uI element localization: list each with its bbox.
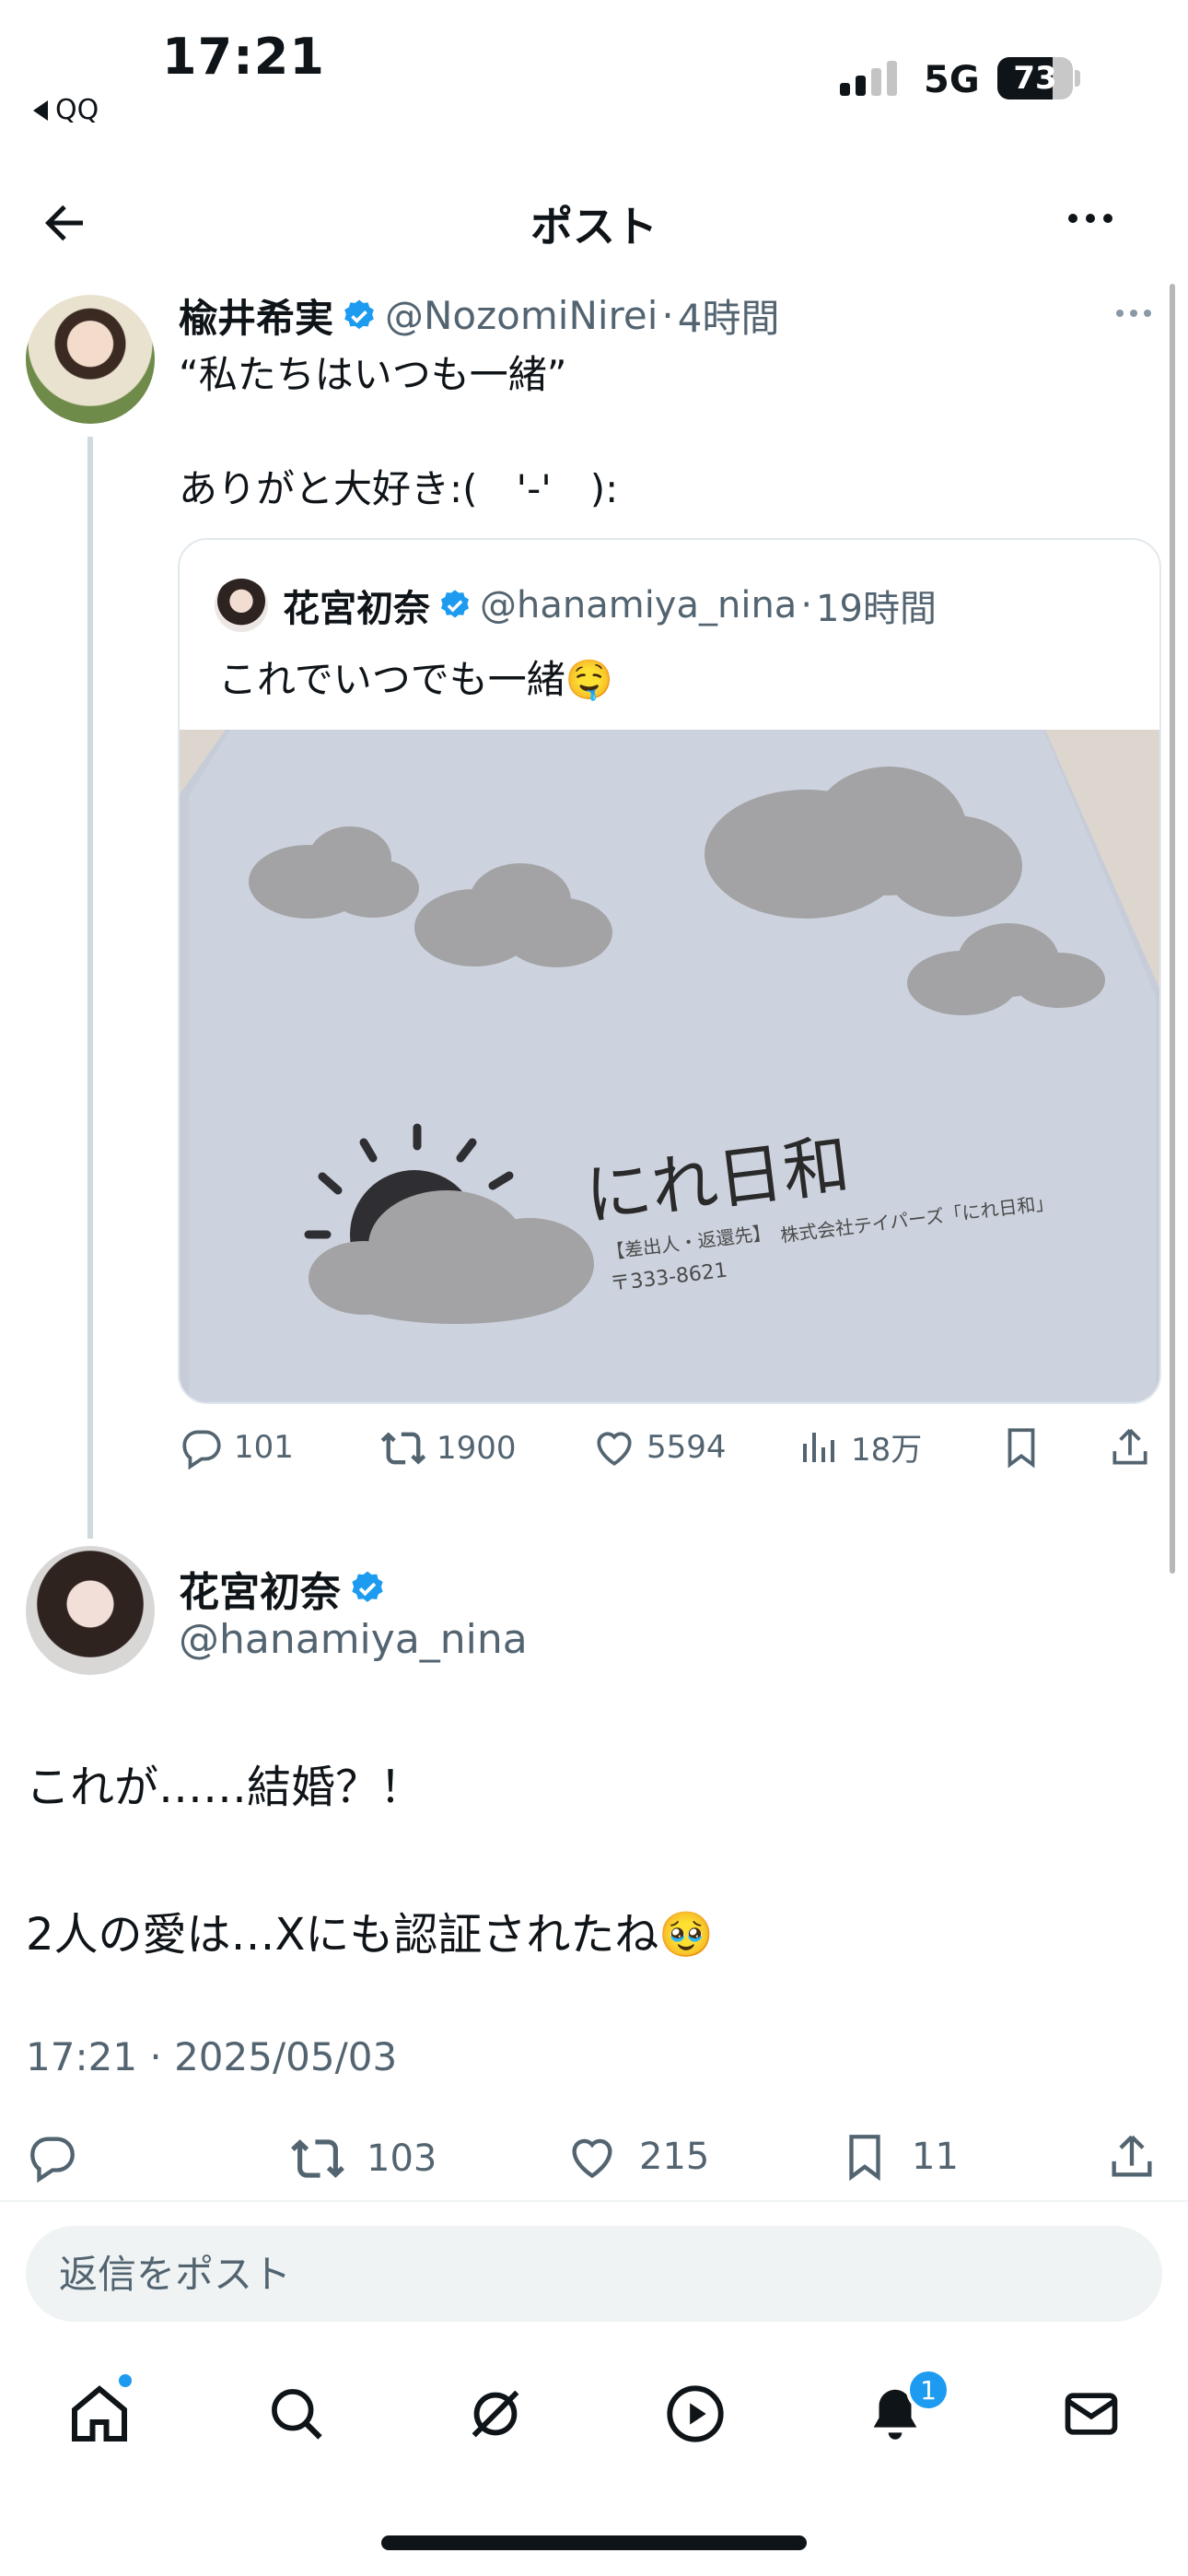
parent-post-text: “私たちはいつも一緒” ありがと大好き:( '-' ):: [179, 352, 619, 511]
verified-badge-icon: [437, 588, 472, 623]
bookmark-button[interactable]: 11: [838, 2130, 959, 2184]
avatar-hanamiya[interactable]: [26, 1546, 155, 1675]
repost-icon: [380, 1432, 426, 1465]
avatar-nozomi[interactable]: [26, 295, 155, 424]
home-icon: [72, 2385, 127, 2441]
author-handle[interactable]: @NozomiNirei: [385, 293, 658, 338]
tab-messages[interactable]: [1045, 2368, 1137, 2460]
search-icon: [272, 2389, 322, 2440]
bookmark-count: 11: [912, 2136, 959, 2178]
like-count: 215: [639, 2136, 710, 2178]
quote-post-age: 19時間: [816, 588, 937, 630]
reply-icon: [182, 1430, 221, 1470]
post-more-icon[interactable]: [1116, 310, 1151, 317]
reply-button[interactable]: [26, 2130, 79, 2184]
main-post-actions: 103 215 11: [0, 2130, 1188, 2185]
parent-post-actions: 101 1900 5594 18万: [179, 1424, 1160, 1480]
parent-post-header: 楡井希実 @NozomiNirei · 4時間: [179, 287, 780, 344]
repost-button[interactable]: 1900: [379, 1424, 517, 1472]
tab-video[interactable]: [649, 2368, 741, 2460]
home-indicator[interactable]: [381, 2535, 807, 2550]
main-author-handle[interactable]: @hanamiya_nina: [179, 1616, 528, 1663]
status-time: 17:21: [162, 28, 325, 86]
post-timestamp[interactable]: 17:21 · 2025/05/03: [26, 2034, 397, 2079]
quote-text: これでいつでも一緒🤤: [218, 657, 614, 702]
bottom-tab-bar: [0, 2368, 1188, 2460]
thread-line: [87, 437, 93, 1539]
repost-count: 103: [367, 2137, 437, 2180]
tab-search[interactable]: [250, 2368, 343, 2460]
analytics-icon: [803, 1432, 834, 1462]
main-author-name[interactable]: 花宮初奈: [179, 1559, 341, 1618]
verified-badge-icon: [341, 298, 378, 334]
play-icon: [667, 2385, 724, 2442]
battery-icon: 73: [997, 57, 1073, 100]
time-separator: ·: [661, 293, 674, 338]
reply-input[interactable]: [26, 2226, 1162, 2322]
reply-count: 101: [234, 1429, 294, 1466]
back-triangle-icon: [33, 100, 48, 121]
reply-input-box[interactable]: [26, 2226, 1162, 2322]
bookmark-button[interactable]: [998, 1424, 1044, 1470]
avatar-hanamiya-small: [215, 579, 268, 632]
verified-badge-icon: [348, 1569, 387, 1608]
page-title: ポスト: [530, 202, 658, 252]
repost-count: 1900: [437, 1430, 517, 1467]
like-button[interactable]: 215: [565, 2130, 709, 2184]
grok-icon: [472, 2390, 519, 2438]
repost-button[interactable]: 103: [289, 2130, 437, 2187]
share-icon: [1112, 1428, 1147, 1465]
bookmark-icon: [1007, 1428, 1035, 1469]
quote-author-name: 花宮初奈: [283, 588, 430, 630]
share-button[interactable]: [1105, 2130, 1159, 2184]
heart-icon: [597, 1432, 632, 1466]
share-button[interactable]: [1107, 1424, 1153, 1470]
heart-icon: [572, 2138, 612, 2179]
like-button[interactable]: 5594: [591, 1424, 727, 1470]
scrollbar[interactable]: [1170, 284, 1175, 1574]
battery-level: 73: [1013, 60, 1057, 97]
back-to-app[interactable]: QQ: [33, 94, 99, 126]
home-unread-dot: [116, 2371, 134, 2390]
reply-icon: [30, 2137, 75, 2184]
more-options-icon[interactable]: [1068, 214, 1112, 223]
mail-icon: [1065, 2393, 1118, 2435]
like-count: 5594: [646, 1429, 727, 1466]
back-app-label: QQ: [55, 94, 99, 126]
views-button[interactable]: 18万: [798, 1424, 922, 1469]
main-author: 花宮初奈: [179, 1559, 394, 1618]
network-type: 5G: [924, 59, 980, 101]
reply-button[interactable]: 101: [179, 1424, 294, 1470]
tab-grok[interactable]: [449, 2368, 542, 2460]
battery-tip: [1075, 70, 1080, 87]
quote-photo[interactable]: にれ日和 【差出人・返還先】 〒333-8621 株式会社テイパーズ「にれ日和」: [180, 730, 1159, 1402]
post-age: 4時間: [677, 296, 780, 341]
repost-icon: [291, 2139, 344, 2178]
bookmark-icon: [849, 2135, 880, 2182]
main-post-text: これが……結婚？！ 2人の愛は…Xにも認証されたね🥹: [26, 1762, 715, 1961]
quote-author-handle: @hanamiya_nina: [480, 584, 798, 626]
share-icon: [1112, 2135, 1152, 2177]
quoted-post-card[interactable]: 花宮初奈 @hanamiya_nina · 19時間 これでいつでも一緒🤤 にれ…: [178, 538, 1161, 1404]
time-separator: ·: [800, 584, 813, 626]
notifications-badge: 1: [906, 2368, 950, 2412]
divider: [0, 2200, 1188, 2202]
quote-header: 花宮初奈 @hanamiya_nina · 19時間: [215, 579, 937, 632]
cellular-signal-icon: [840, 61, 897, 96]
author-name[interactable]: 楡井希実: [179, 287, 333, 344]
view-count: 18万: [851, 1432, 923, 1469]
